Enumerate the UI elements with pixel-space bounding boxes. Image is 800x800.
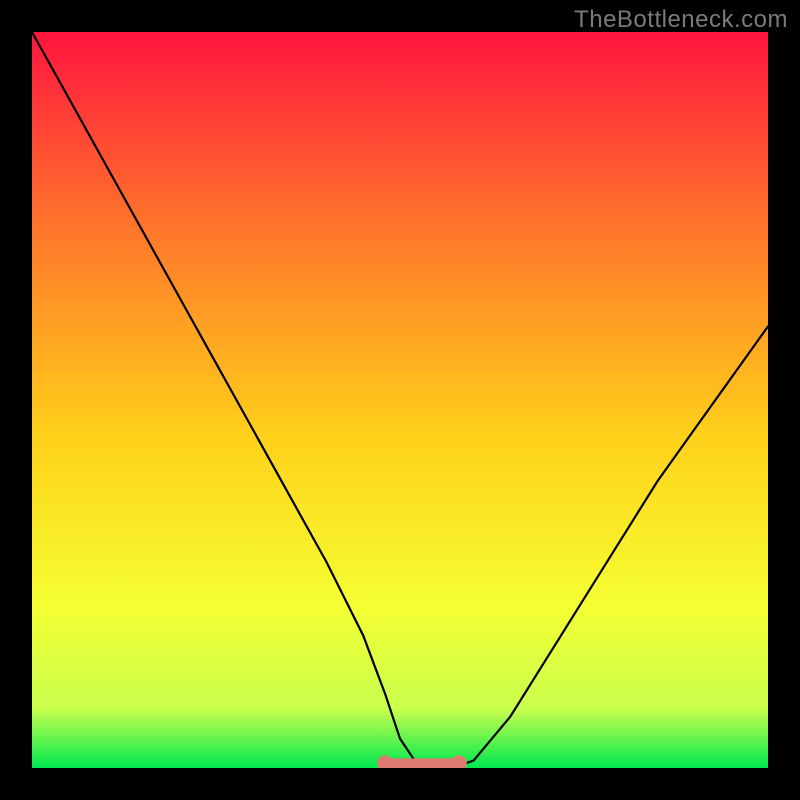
chart-svg: [32, 32, 768, 768]
chart-frame: TheBottleneck.com: [0, 0, 800, 800]
floor-marker-bar: [385, 758, 459, 768]
plot-area: [32, 32, 768, 768]
watermark-text: TheBottleneck.com: [574, 6, 788, 34]
gradient-background: [32, 32, 768, 768]
